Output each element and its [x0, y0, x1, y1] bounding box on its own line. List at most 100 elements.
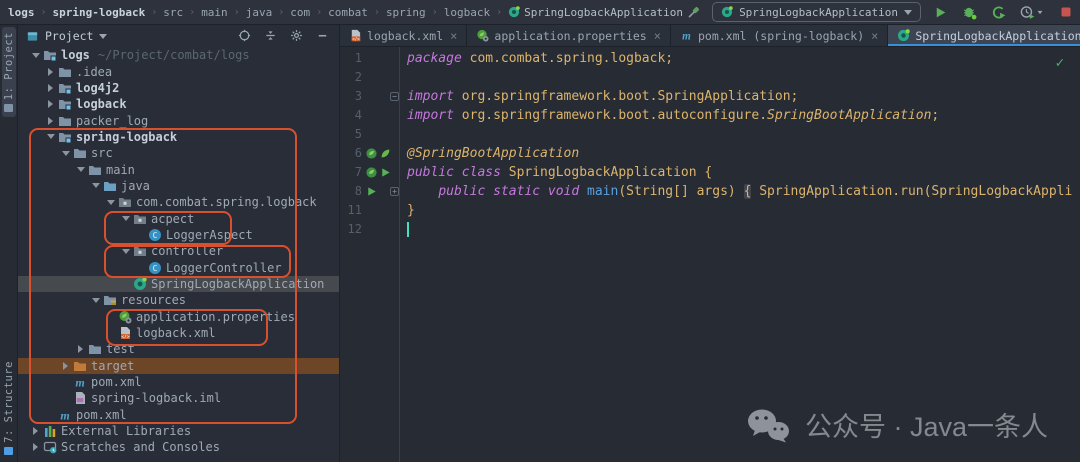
watermark: 公众号 · Java一条人 [745, 405, 1048, 444]
breadcrumb-item[interactable]: spring [386, 6, 426, 19]
tree-item[interactable]: External Libraries [18, 423, 339, 439]
xml-file-icon: </> [349, 29, 362, 42]
chevron-down-icon [92, 298, 100, 303]
tree-toggle[interactable] [43, 84, 58, 92]
project-stripe-icon [4, 104, 13, 112]
code-token: SpringApplication.run(SpringLogbackAppli [751, 184, 1072, 199]
code-line: 1package com.combat.spring.logback; [340, 49, 1080, 68]
tree-toggle[interactable] [103, 200, 118, 205]
tree-item[interactable]: .idea [18, 63, 339, 79]
run-button[interactable] [930, 2, 950, 22]
package-icon [118, 195, 132, 209]
code-line: 6@SpringBootApplication [340, 144, 1080, 163]
breadcrumb-item[interactable]: logs [8, 6, 35, 19]
svg-text:</>: </> [121, 334, 129, 340]
fold-marker-icon[interactable]: + [390, 187, 399, 196]
run-configuration-select[interactable]: SpringLogbackApplication [712, 2, 921, 22]
tree-toggle[interactable] [73, 167, 88, 172]
tree-toggle[interactable] [28, 443, 43, 451]
tree-item[interactable]: controller [18, 243, 339, 259]
tree-toggle[interactable] [28, 427, 43, 435]
tree-item[interactable]: logs~/Project/combat/logs [18, 47, 339, 63]
tree-toggle[interactable] [43, 134, 58, 139]
hide-panel-button[interactable] [316, 27, 329, 46]
collapse-all-button[interactable] [264, 27, 277, 46]
editor-tab[interactable]: SpringLogbackApplication.java× [888, 25, 1080, 46]
tree-item[interactable]: packer_log [18, 112, 339, 128]
close-tab-icon[interactable]: × [654, 30, 661, 42]
tree-item[interactable]: main [18, 161, 339, 177]
tree-item[interactable]: resources [18, 292, 339, 308]
breadcrumb-item[interactable]: src [163, 6, 183, 19]
breadcrumb-item[interactable]: SpringLogbackApplication [508, 6, 683, 19]
tree-item-label: pom.xml [76, 408, 127, 422]
tree-item[interactable]: com.combat.spring.logback [18, 194, 339, 210]
gutter-icons[interactable] [362, 166, 390, 179]
breadcrumb-item[interactable]: java [246, 6, 273, 19]
tree-item[interactable]: mpom.xml [18, 407, 339, 423]
tree-item[interactable]: log4j2 [18, 80, 339, 96]
breadcrumb-item[interactable]: main [201, 6, 228, 19]
breadcrumb-item[interactable]: logback [444, 6, 490, 19]
tree-item[interactable]: logback [18, 96, 339, 112]
tree-item[interactable]: target [18, 358, 339, 374]
stop-button[interactable] [1056, 2, 1076, 22]
fold-marker-icon[interactable]: − [390, 92, 399, 101]
run-icon [379, 166, 392, 179]
tree-item[interactable]: application.properties [18, 309, 339, 325]
locate-button[interactable] [238, 27, 251, 46]
gutter-icons[interactable] [362, 185, 390, 198]
tree-toggle[interactable] [118, 216, 133, 221]
tree-toggle[interactable] [58, 151, 73, 156]
tool-window-stripe: 1: Project 7: Structure [0, 25, 18, 462]
close-tab-icon[interactable]: × [871, 30, 878, 42]
gutter-icons[interactable] [362, 147, 390, 160]
editor-tab[interactable]: application.properties× [467, 25, 671, 46]
tree-item[interactable]: CLoggerController [18, 259, 339, 275]
breadcrumb-item[interactable]: combat [328, 6, 368, 19]
editor-tab[interactable]: </>logback.xml× [340, 25, 467, 46]
folder-icon [88, 342, 102, 356]
tree-item-label: logback.xml [136, 326, 215, 340]
editor-tab[interactable]: mpom.xml (spring-logback)× [671, 25, 888, 46]
line-number: 6 [340, 144, 362, 163]
code-text: } [399, 201, 1080, 220]
profiler-button[interactable] [988, 2, 1008, 22]
tree-item[interactable]: src [18, 145, 339, 161]
tree-item[interactable]: acpect [18, 210, 339, 226]
tree-toggle[interactable] [43, 100, 58, 108]
hide-icon [316, 29, 329, 42]
tree-toggle[interactable] [43, 117, 58, 125]
tree-toggle[interactable] [88, 298, 103, 303]
tree-item[interactable]: CLoggerAspect [18, 227, 339, 243]
tree-toggle[interactable] [88, 183, 103, 188]
breadcrumb-item[interactable]: spring-logback [53, 6, 146, 19]
tree-toggle[interactable] [58, 362, 73, 370]
tree-toggle[interactable] [28, 53, 43, 58]
tree-item[interactable]: Scratches and Consoles [18, 439, 339, 455]
tree-item[interactable]: java [18, 178, 339, 194]
tree-item[interactable]: spring-logback.iml [18, 390, 339, 406]
run-with-coverage-button[interactable] [1017, 2, 1047, 22]
tree-item[interactable]: SpringLogbackApplication [18, 276, 339, 292]
tree-toggle[interactable] [43, 68, 58, 76]
breadcrumb-item[interactable]: com [290, 6, 310, 19]
close-tab-icon[interactable]: × [450, 30, 457, 42]
tree-item[interactable]: mpom.xml [18, 374, 339, 390]
stripe-project-button[interactable]: 1: Project [2, 27, 16, 117]
resources-folder-icon [103, 293, 117, 307]
build-hammer-button[interactable] [683, 2, 703, 22]
project-view-dropdown[interactable]: Project [26, 29, 107, 43]
code-token: ; [931, 108, 939, 123]
debug-button[interactable] [959, 2, 979, 22]
tree-item[interactable]: spring-logback [18, 129, 339, 145]
tree-item-label: java [121, 179, 150, 193]
tree-toggle[interactable] [118, 249, 133, 254]
tree-item[interactable]: test [18, 341, 339, 357]
stripe-structure-button[interactable]: 7: Structure [2, 356, 16, 460]
panel-settings-button[interactable] [290, 27, 303, 46]
tree-toggle[interactable] [73, 345, 88, 353]
code-editor[interactable]: ✓ 1package com.combat.spring.logback;23−… [340, 47, 1080, 462]
xml-file-icon: </> [118, 326, 132, 340]
tree-item[interactable]: </> logback.xml [18, 325, 339, 341]
